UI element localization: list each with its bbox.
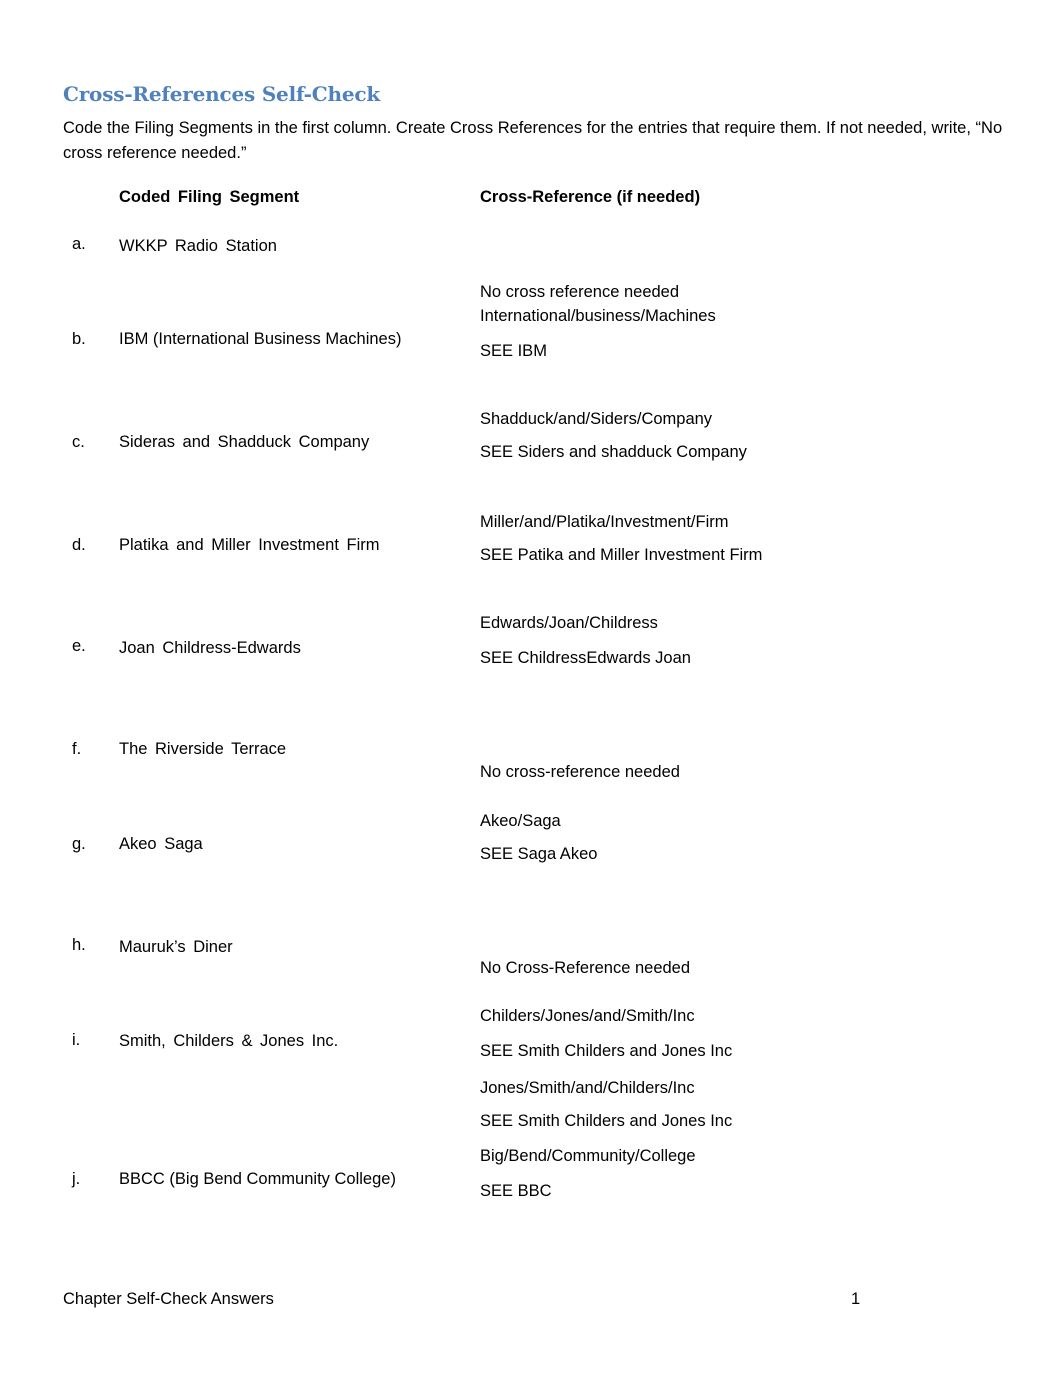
coded-filing-segment: Sideras and Shadduck Company xyxy=(119,433,370,451)
coded-filing-segment: WKKP Radio Station xyxy=(119,237,277,255)
coded-filing-segment: IBM (International Business Machines) xyxy=(119,330,402,348)
coded-filing-segment: BBCC (Big Bend Community College) xyxy=(119,1170,396,1188)
cross-reference-entry: No cross reference needed xyxy=(480,283,680,301)
cross-reference-entry: Childers/Jones/and/Smith/Inc xyxy=(480,1007,695,1025)
cross-reference-entry: International/business/Machines xyxy=(480,307,716,325)
coded-filing-segment: Joan Childress-Edwards xyxy=(119,639,301,657)
coded-filing-segment: Akeo Saga xyxy=(119,835,203,853)
row-marker: c. xyxy=(72,433,85,451)
coded-filing-segment: Mauruk’s Diner xyxy=(119,938,233,956)
cross-reference-entry: SEE ChildressEdwards Joan xyxy=(480,649,691,667)
cross-reference-entry: SEE Saga Akeo xyxy=(480,845,598,863)
cross-reference-entry: SEE Siders and shadduck Company xyxy=(480,443,747,461)
coded-filing-segment: The Riverside Terrace xyxy=(119,740,287,758)
cross-reference-entry: SEE IBM xyxy=(480,342,547,360)
column-header-cross-reference: Cross-Reference (if needed) xyxy=(480,188,701,206)
footer-text: Chapter Self-Check Answers xyxy=(63,1290,274,1308)
instructions-paragraph: Code the Filing Segments in the first co… xyxy=(63,119,1003,162)
cross-reference-entry: No cross-reference needed xyxy=(480,763,680,781)
row-marker: i. xyxy=(72,1031,81,1049)
cross-reference-entry: Edwards/Joan/Childress xyxy=(480,614,658,632)
cross-reference-entry: Big/Bend/Community/College xyxy=(480,1147,696,1165)
row-marker: h. xyxy=(72,936,86,954)
row-marker: d. xyxy=(72,536,86,554)
row-marker: j. xyxy=(72,1170,81,1188)
cross-reference-entry: Akeo/Saga xyxy=(480,812,561,830)
cross-reference-entry: SEE Smith Childers and Jones Inc xyxy=(480,1112,733,1130)
page-number: 1 xyxy=(851,1290,861,1308)
cross-reference-entry: SEE Patika and Miller Investment Firm xyxy=(480,546,763,564)
cross-reference-entry: No Cross-Reference needed xyxy=(480,959,691,977)
row-marker: g. xyxy=(72,835,86,853)
row-marker: b. xyxy=(72,330,86,348)
document-title: Cross-References Self-Check xyxy=(63,82,380,106)
coded-filing-segment: Smith, Childers & Jones Inc. xyxy=(119,1032,339,1050)
row-marker: e. xyxy=(72,637,86,655)
column-header-coded-filing-segment: Coded Filing Segment xyxy=(119,188,300,206)
row-marker: f. xyxy=(72,740,82,758)
cross-reference-entry: SEE BBC xyxy=(480,1182,552,1200)
cross-reference-entry: Shadduck/and/Siders/Company xyxy=(480,410,713,428)
row-marker: a. xyxy=(72,235,86,253)
cross-reference-entry: Jones/Smith/and/Childers/Inc xyxy=(480,1079,695,1097)
coded-filing-segment: Platika and Miller Investment Firm xyxy=(119,536,380,554)
cross-reference-entry: Miller/and/Platika/Investment/Firm xyxy=(480,513,729,531)
cross-reference-entry: SEE Smith Childers and Jones Inc xyxy=(480,1042,733,1060)
